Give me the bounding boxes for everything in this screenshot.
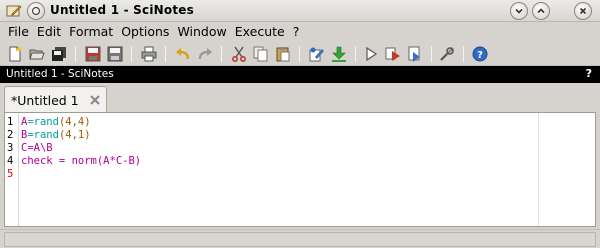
save-all-icon[interactable] xyxy=(50,45,68,63)
code-line: check = norm(A*C-B) xyxy=(21,155,142,167)
tab-label: *Untitled 1 xyxy=(11,93,79,108)
toolbar-separator xyxy=(431,46,432,62)
copy-icon[interactable] xyxy=(252,45,270,63)
code-line: B=rand(4,1) xyxy=(21,129,91,141)
line-number: 4 xyxy=(7,155,14,167)
menu-execute[interactable]: Execute xyxy=(231,23,289,41)
menu-file[interactable]: File xyxy=(4,23,33,41)
svg-text:?: ? xyxy=(477,50,483,61)
undo-icon[interactable] xyxy=(174,45,192,63)
open-folder-icon[interactable] xyxy=(28,45,46,63)
toolbar: ? xyxy=(0,42,600,66)
close-window-button[interactable] xyxy=(574,2,592,20)
title-bar: Untitled 1 - SciNotes xyxy=(0,0,600,22)
menu-help[interactable]: ? xyxy=(289,23,304,41)
line-number: 1 xyxy=(7,116,14,128)
close-tab-icon[interactable] xyxy=(88,93,102,107)
paste-icon[interactable] xyxy=(274,45,292,63)
edit-icon[interactable] xyxy=(308,45,326,63)
code-editor[interactable]: 1 2 3 4 5 A=rand(4,4) B=rand(4,1) C=A\B … xyxy=(4,112,596,227)
toolbar-separator xyxy=(355,46,356,62)
print-icon[interactable] xyxy=(140,45,158,63)
code-line: C=A\B xyxy=(21,142,53,154)
help-icon[interactable]: ? xyxy=(471,45,489,63)
toolbar-separator xyxy=(131,46,132,62)
tab-strip: *Untitled 1 xyxy=(0,83,600,114)
toolbar-separator xyxy=(299,46,300,62)
menu-options[interactable]: Options xyxy=(117,23,173,41)
panel-help-button[interactable]: ? xyxy=(586,67,592,80)
redo-icon[interactable] xyxy=(196,45,214,63)
minimize-button[interactable] xyxy=(510,2,528,20)
menu-format[interactable]: Format xyxy=(65,23,117,41)
toolbar-separator xyxy=(221,46,222,62)
settings-icon[interactable] xyxy=(438,45,456,63)
line-number: 2 xyxy=(7,129,14,141)
window-title: Untitled 1 - SciNotes xyxy=(50,3,194,17)
toolbar-separator xyxy=(75,46,76,62)
new-file-icon[interactable] xyxy=(6,45,24,63)
current-line-number: 5 xyxy=(7,168,14,180)
toolbar-separator xyxy=(463,46,464,62)
edge-margin-line xyxy=(538,113,539,226)
line-number: 3 xyxy=(7,142,14,154)
code-line: A=rand(4,4) xyxy=(21,116,91,128)
execute-file-icon[interactable] xyxy=(406,45,424,63)
code-area[interactable]: A=rand(4,4) B=rand(4,1) C=A\B check = no… xyxy=(21,116,141,181)
save-as-icon[interactable] xyxy=(106,45,124,63)
line-number-gutter: 1 2 3 4 5 xyxy=(5,113,19,226)
maximize-button[interactable] xyxy=(532,2,550,20)
menu-bar: File Edit Format Options Window Execute … xyxy=(0,22,600,42)
panel-title: Untitled 1 - SciNotes xyxy=(6,68,114,80)
menu-window[interactable]: Window xyxy=(173,23,230,41)
scinotes-app-icon[interactable] xyxy=(6,3,22,19)
toolbar-separator xyxy=(165,46,166,62)
save-icon[interactable] xyxy=(84,45,102,63)
execute-with-echo-icon[interactable] xyxy=(384,45,402,63)
cut-icon[interactable] xyxy=(230,45,248,63)
status-field xyxy=(4,232,596,247)
execute-icon[interactable] xyxy=(362,45,380,63)
window-menu-button[interactable] xyxy=(27,2,45,20)
tab-untitled-1[interactable]: *Untitled 1 xyxy=(4,86,107,114)
download-icon[interactable] xyxy=(330,45,348,63)
menu-edit[interactable]: Edit xyxy=(33,23,65,41)
status-bar xyxy=(0,229,600,248)
panel-header: Untitled 1 - SciNotes ? xyxy=(0,66,600,83)
